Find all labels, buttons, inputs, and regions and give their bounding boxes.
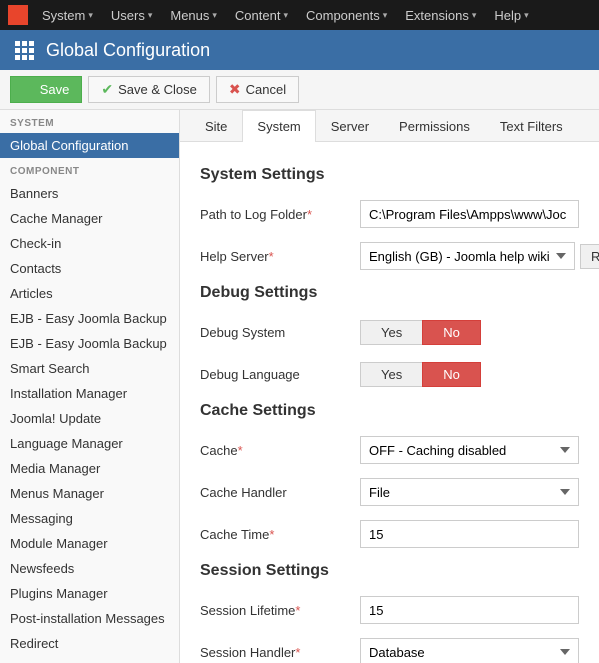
sidebar-item-messaging[interactable]: Messaging	[0, 506, 179, 531]
session-handler-select[interactable]: Database	[360, 638, 579, 663]
main-layout: SYSTEM Global Configuration COMPONENT Ba…	[0, 110, 599, 663]
sidebar-item-post-installation[interactable]: Post-installation Messages	[0, 606, 179, 631]
sidebar-item-joomla-update[interactable]: Joomla! Update	[0, 406, 179, 431]
session-lifetime-label: Session Lifetime*	[200, 603, 360, 618]
nav-components[interactable]: Components▾	[298, 0, 395, 30]
debug-language-label: Debug Language	[200, 367, 360, 382]
cancel-button[interactable]: ✖ Cancel	[216, 76, 299, 103]
help-server-label: Help Server*	[200, 249, 360, 264]
sidebar-item-media-manager[interactable]: Media Manager	[0, 456, 179, 481]
debug-settings-title: Debug Settings	[200, 284, 579, 302]
debug-language-yes-button[interactable]: Yes	[360, 362, 422, 387]
debug-language-toggle: Yes No	[360, 362, 481, 387]
sidebar-item-banners[interactable]: Banners	[0, 181, 179, 206]
cache-label: Cache*	[200, 443, 360, 458]
sidebar-item-installation-manager[interactable]: Installation Manager	[0, 381, 179, 406]
toolbar: ✔ Save ✔ Save & Close ✖ Cancel	[0, 70, 599, 110]
cache-time-label: Cache Time*	[200, 527, 360, 542]
debug-system-yes-button[interactable]: Yes	[360, 320, 422, 345]
cache-handler-row: Cache Handler File	[200, 476, 579, 508]
page-header: Global Configuration	[0, 30, 599, 70]
tab-bar: Site System Server Permissions Text Filt…	[180, 110, 599, 142]
sidebar-item-redirect[interactable]: Redirect	[0, 631, 179, 656]
sidebar-item-smart-search[interactable]: Smart Search	[0, 356, 179, 381]
page-title: Global Configuration	[46, 40, 210, 61]
tab-server[interactable]: Server	[316, 110, 384, 142]
cache-handler-label: Cache Handler	[200, 485, 360, 500]
debug-system-toggle: Yes No	[360, 320, 481, 345]
save-button[interactable]: ✔ Save	[10, 76, 82, 103]
save-check-icon: ✔	[23, 81, 35, 98]
session-handler-label: Session Handler*	[200, 645, 360, 660]
sidebar-item-contacts[interactable]: Contacts	[0, 256, 179, 281]
sidebar-item-ejb1[interactable]: EJB - Easy Joomla Backup	[0, 306, 179, 331]
tab-system[interactable]: System	[242, 110, 315, 142]
content-body: System Settings Path to Log Folder* Help…	[180, 142, 599, 663]
session-settings-title: Session Settings	[200, 562, 579, 580]
nav-extensions[interactable]: Extensions▾	[397, 0, 484, 30]
save-close-check-icon: ✔	[101, 81, 113, 98]
debug-language-no-button[interactable]: No	[422, 362, 481, 387]
cache-time-input[interactable]	[360, 520, 579, 548]
sidebar-item-cache-manager[interactable]: Cache Manager	[0, 206, 179, 231]
sidebar-item-search[interactable]: Search	[0, 656, 179, 663]
config-icon	[12, 38, 36, 62]
cancel-x-icon: ✖	[229, 81, 241, 98]
sidebar-item-module-manager[interactable]: Module Manager	[0, 531, 179, 556]
content-area: Site System Server Permissions Text Filt…	[180, 110, 599, 663]
logo-icon	[8, 5, 28, 25]
cache-select[interactable]: OFF - Caching disabled	[360, 436, 579, 464]
sidebar-section-system: SYSTEM	[0, 110, 179, 133]
nav-system[interactable]: System▾	[34, 0, 101, 30]
debug-language-row: Debug Language Yes No	[200, 358, 579, 390]
sidebar-item-plugins-manager[interactable]: Plugins Manager	[0, 581, 179, 606]
tab-permissions[interactable]: Permissions	[384, 110, 485, 142]
cache-time-row: Cache Time*	[200, 518, 579, 550]
sidebar-item-checkin[interactable]: Check-in	[0, 231, 179, 256]
nav-help[interactable]: Help▾	[486, 0, 536, 30]
sidebar-item-articles[interactable]: Articles	[0, 281, 179, 306]
sidebar-item-ejb2[interactable]: EJB - Easy Joomla Backup	[0, 331, 179, 356]
cache-row: Cache* OFF - Caching disabled	[200, 434, 579, 466]
top-navigation: System▾ Users▾ Menus▾ Content▾ Component…	[0, 0, 599, 30]
debug-system-no-button[interactable]: No	[422, 320, 481, 345]
refresh-button[interactable]: Refresh	[580, 244, 599, 269]
cache-handler-select[interactable]: File	[360, 478, 579, 506]
sidebar-item-language-manager[interactable]: Language Manager	[0, 431, 179, 456]
help-server-row: Help Server* English (GB) - Joomla help …	[200, 240, 579, 272]
cache-settings-title: Cache Settings	[200, 402, 579, 420]
path-to-log-folder-row: Path to Log Folder*	[200, 198, 579, 230]
nav-menus[interactable]: Menus▾	[162, 0, 225, 30]
tab-text-filters[interactable]: Text Filters	[485, 110, 578, 142]
nav-content[interactable]: Content▾	[227, 0, 296, 30]
debug-system-label: Debug System	[200, 325, 360, 340]
system-settings-title: System Settings	[200, 166, 579, 184]
nav-users[interactable]: Users▾	[103, 0, 160, 30]
help-server-select[interactable]: English (GB) - Joomla help wiki	[360, 242, 575, 270]
sidebar-section-component: COMPONENT	[0, 158, 179, 181]
session-lifetime-row: Session Lifetime*	[200, 594, 579, 626]
save-close-button[interactable]: ✔ Save & Close	[88, 76, 210, 103]
sidebar-item-newsfeeds[interactable]: Newsfeeds	[0, 556, 179, 581]
path-to-log-folder-label: Path to Log Folder*	[200, 207, 360, 222]
path-to-log-folder-input[interactable]	[360, 200, 579, 228]
session-lifetime-input[interactable]	[360, 596, 579, 624]
sidebar-item-global-config[interactable]: Global Configuration	[0, 133, 179, 158]
debug-system-row: Debug System Yes No	[200, 316, 579, 348]
sidebar: SYSTEM Global Configuration COMPONENT Ba…	[0, 110, 180, 663]
session-handler-row: Session Handler* Database	[200, 636, 579, 663]
tab-site[interactable]: Site	[190, 110, 242, 142]
sidebar-item-menus-manager[interactable]: Menus Manager	[0, 481, 179, 506]
